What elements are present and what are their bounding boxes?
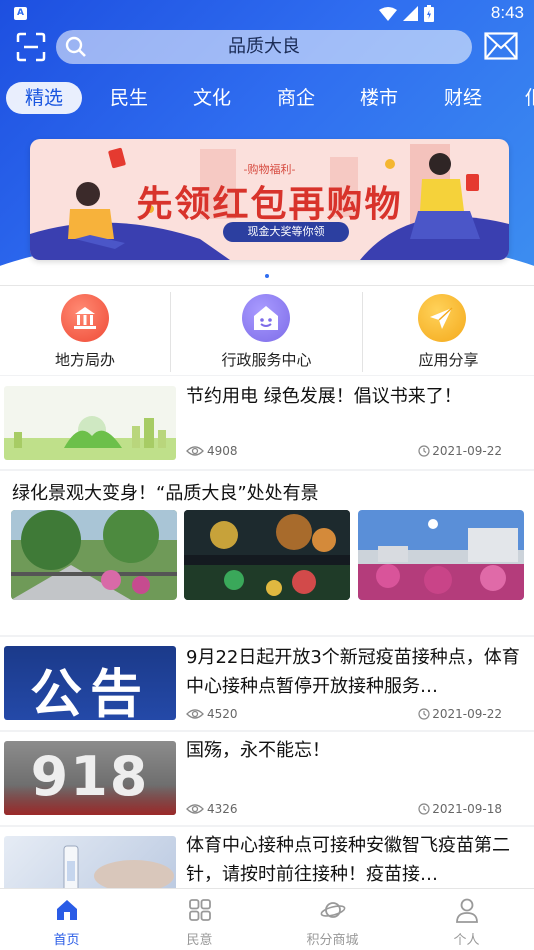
signal-icon (403, 6, 418, 21)
publish-date-value: 2021-09-22 (432, 707, 502, 721)
publish-date: 2021-09-18 (418, 802, 502, 816)
bank-icon (61, 294, 109, 342)
eye-icon (186, 804, 204, 814)
eye-icon (186, 709, 204, 719)
home-icon (57, 900, 77, 920)
gallery-photo (358, 510, 524, 600)
view-count: 4520 (186, 707, 238, 721)
tab-finance[interactable]: 财经 (434, 82, 492, 114)
quick-link-app-share[interactable]: 应用分享 (363, 286, 534, 376)
quick-link-label: 地方局办 (54, 351, 115, 369)
nav-opinion[interactable]: 民意 (133, 889, 266, 950)
gallery-news-item[interactable]: 绿化景观大变身！“品质大良”处处有景 (0, 471, 534, 635)
search-bar[interactable]: 品质大良 (56, 30, 472, 64)
planet-icon (320, 902, 346, 918)
carousel-indicator (265, 274, 269, 278)
clock-icon (418, 708, 430, 720)
tab-culture[interactable]: 文化 (183, 82, 241, 114)
news-thumbnail (4, 836, 176, 888)
view-count: 4908 (186, 444, 238, 458)
app-notification-icon: A (14, 7, 27, 20)
status-icons (379, 5, 434, 22)
quick-link-label: 行政服务中心 (221, 351, 312, 369)
view-count-value: 4520 (207, 707, 238, 721)
tab-selected[interactable]: 精选 (6, 82, 82, 114)
tab-business[interactable]: 商企 (267, 82, 325, 114)
publish-date-value: 2021-09-18 (432, 802, 502, 816)
nav-label: 个人 (453, 933, 480, 948)
category-tabs: 精选 民生 文化 商企 楼市 财经 佢 (0, 82, 534, 116)
nav-profile[interactable]: 个人 (400, 889, 533, 950)
view-count: 4326 (186, 802, 238, 816)
thumbnail-text: 918 (30, 745, 150, 808)
nav-points-mall[interactable]: 积分商城 (266, 889, 399, 950)
news-item[interactable]: 918 国殇，永不能忘！ 4326 2021-09-18 (0, 732, 534, 825)
news-title: 节约用电 绿色发展！倡议书来了！ (186, 386, 462, 407)
news-title: 体育中心接种点可接种安徽智飞疫苗第二针，请按时前往接种！疫苗接… (186, 835, 510, 885)
publish-date-value: 2021-09-22 (432, 444, 502, 458)
nav-home[interactable]: 首页 (0, 889, 133, 950)
quick-link-local-bureau[interactable]: 地方局办 (0, 286, 170, 376)
quick-link-service-center[interactable]: 行政服务中心 (171, 286, 362, 376)
tab-livelihood[interactable]: 民生 (100, 82, 158, 114)
news-thumbnail: 918 (4, 741, 176, 815)
gallery-photo (184, 510, 350, 600)
news-item[interactable]: 体育中心接种点可接种安徽智飞疫苗第二针，请按时前往接种！疫苗接… (0, 827, 534, 888)
scan-icon[interactable] (16, 32, 46, 62)
banner-title: 先领红包再购物 (136, 183, 403, 225)
search-placeholder: 品质大良 (228, 36, 300, 57)
news-item[interactable]: 节约用电 绿色发展！倡议书来了！ 4908 2021-09-22 (0, 376, 534, 469)
publish-date: 2021-09-22 (418, 444, 502, 458)
service-icon (242, 294, 290, 342)
battery-icon (424, 5, 434, 22)
tab-property[interactable]: 楼市 (350, 82, 408, 114)
thumbnail-text: 公告 (29, 665, 150, 720)
eye-icon (186, 446, 204, 456)
view-count-value: 4908 (207, 444, 238, 458)
view-count-value: 4326 (207, 802, 238, 816)
status-bar: A 8:43 (0, 0, 534, 28)
grid-icon (189, 899, 211, 921)
clock-icon (418, 445, 430, 457)
news-title: 9月22日起开放3个新冠疫苗接种点，体育中心接种点暂停开放接种服务… (186, 647, 520, 697)
quick-links: 地方局办 行政服务中心 应用分享 (0, 285, 534, 375)
gallery-photo (11, 510, 177, 600)
nav-label: 首页 (53, 933, 80, 948)
news-item[interactable]: 公告 9月22日起开放3个新冠疫苗接种点，体育中心接种点暂停开放接种服务… 45… (0, 637, 534, 730)
nav-label: 民意 (186, 933, 213, 948)
news-title: 国殇，永不能忘！ (186, 740, 330, 761)
banner-pill: 现金大奖等你领 (223, 222, 349, 242)
news-thumbnail (4, 386, 176, 460)
paper-plane-icon (418, 294, 466, 342)
gallery-title: 绿化景观大变身！“品质大良”处处有景 (12, 483, 319, 504)
promo-banner[interactable]: -购物福利- 先领红包再购物 现金大奖等你领 (30, 139, 509, 260)
clock: 8:43 (490, 3, 524, 22)
mail-icon[interactable] (484, 32, 518, 60)
publish-date: 2021-09-22 (418, 707, 502, 721)
user-icon (456, 898, 478, 923)
clock-icon (418, 803, 430, 815)
bottom-navigation: 首页 民意 积分商城 个人 (0, 888, 534, 950)
tab-more[interactable]: 佢 (525, 82, 534, 114)
quick-link-label: 应用分享 (418, 351, 479, 369)
nav-label: 积分商城 (306, 933, 359, 948)
wifi-icon (379, 6, 397, 21)
news-thumbnail: 公告 (4, 646, 176, 720)
